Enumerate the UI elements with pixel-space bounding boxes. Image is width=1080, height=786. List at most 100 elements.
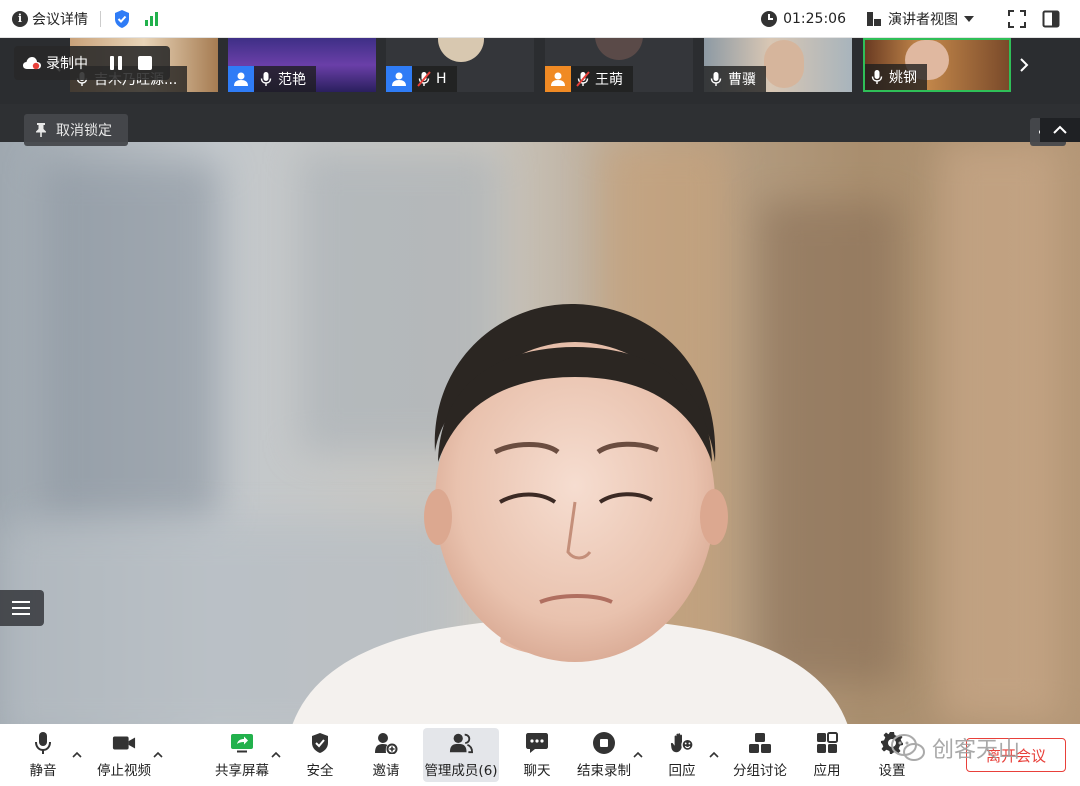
divider <box>100 10 101 27</box>
stop-video-label: 停止视频 <box>97 763 151 779</box>
members-icon <box>449 733 473 754</box>
participant-face <box>764 40 804 88</box>
chevron-right-icon[interactable] <box>1019 57 1029 73</box>
reactions-button[interactable]: 回应 <box>664 724 700 786</box>
microphone-icon <box>704 66 728 92</box>
shield-icon <box>312 733 328 753</box>
participant-list-toggle-button[interactable] <box>0 590 44 626</box>
participant-avatar-photo <box>438 38 484 62</box>
share-screen-icon <box>231 734 253 753</box>
apps-button[interactable]: 应用 <box>810 724 844 786</box>
pin-icon <box>36 123 46 137</box>
chevron-up-icon[interactable] <box>1052 125 1068 135</box>
participant-name: 姚钢 <box>889 70 917 86</box>
breakout-rooms-icon <box>749 733 771 753</box>
meeting-info-button[interactable]: 会议详情 <box>32 9 88 29</box>
reaction-hand-icon <box>670 733 694 753</box>
participant-tile[interactable]: 王萌 <box>545 38 693 92</box>
network-signal-icon[interactable] <box>145 11 158 26</box>
avatar-user-icon <box>386 66 412 92</box>
invite-user-icon <box>375 733 398 754</box>
share-options-chevron-icon[interactable] <box>271 750 281 760</box>
side-panel-icon[interactable] <box>1042 10 1060 28</box>
collapse-strip-button[interactable] <box>1040 118 1080 142</box>
security-label: 安全 <box>306 763 334 779</box>
gear-icon <box>881 732 903 754</box>
mute-label: 静音 <box>29 763 57 779</box>
microphone-icon <box>865 64 889 90</box>
chevron-down-icon[interactable] <box>964 15 974 22</box>
chat-bubble-icon <box>526 733 548 753</box>
breakout-rooms-button[interactable]: 分组讨论 <box>730 724 790 786</box>
mute-button[interactable]: 静音 <box>24 724 62 786</box>
participant-name: 王萌 <box>595 72 623 88</box>
microphone-icon <box>254 66 278 92</box>
apps-label: 应用 <box>813 763 841 779</box>
participant-name-tag: 姚钢 <box>865 64 927 90</box>
stop-record-icon <box>593 732 615 754</box>
mute-options-chevron-icon[interactable] <box>72 750 82 760</box>
invite-button[interactable]: 邀请 <box>366 724 406 786</box>
participant-tile[interactable]: 范艳 <box>228 38 376 92</box>
unpin-button[interactable]: 取消锁定 <box>24 114 128 146</box>
fullscreen-icon[interactable] <box>1008 9 1026 28</box>
participant-name-tag: 王萌 <box>545 66 633 92</box>
pin-bar: 取消锁定 <box>0 104 1080 146</box>
main-speaker-video <box>0 142 1080 724</box>
participant-strip: 录制中 吉木乃旺源... 范艳 H 王萌 曹骥 姚钢 <box>0 38 1080 142</box>
participant-name-tag: 范艳 <box>228 66 316 92</box>
meeting-timer: 01:25:06 <box>783 10 846 27</box>
participant-tile[interactable]: H <box>386 38 534 92</box>
share-screen-label: 共享屏幕 <box>215 763 269 779</box>
settings-button[interactable]: 设置 <box>874 724 910 786</box>
manage-members-label: 管理成员(6) <box>424 763 498 779</box>
bottom-toolbar: 静音 停止视频 共享屏幕 安全 邀请 管理成员(6) 聊天 结束录制 回应 分组… <box>0 724 1080 786</box>
info-icon[interactable]: i <box>12 10 28 27</box>
participant-name-tag: H <box>386 66 457 92</box>
reactions-label: 回应 <box>668 763 696 779</box>
top-bar: i 会议详情 01:25:06 演讲者视图 <box>0 0 1080 38</box>
view-mode-selector[interactable]: 演讲者视图 <box>888 9 958 29</box>
clock-icon <box>761 10 778 27</box>
microphone-icon <box>35 732 51 754</box>
security-shield-icon[interactable] <box>113 9 131 29</box>
manage-members-button[interactable]: 管理成员(6) <box>423 728 499 782</box>
chat-label: 聊天 <box>523 763 551 779</box>
participant-name-tag: 曹骥 <box>704 66 766 92</box>
stop-recording-button[interactable] <box>138 56 152 70</box>
security-button[interactable]: 安全 <box>302 724 338 786</box>
settings-label: 设置 <box>878 763 906 779</box>
recording-indicator: 录制中 <box>14 46 170 80</box>
cloud-recording-icon <box>23 57 41 70</box>
participant-name: H <box>436 71 447 87</box>
microphone-muted-icon <box>571 66 595 92</box>
video-camera-icon <box>112 736 136 750</box>
apps-grid-icon <box>817 732 838 753</box>
reactions-options-chevron-icon[interactable] <box>709 750 719 760</box>
chat-button[interactable]: 聊天 <box>520 724 554 786</box>
strip-next-button[interactable] <box>1012 38 1036 92</box>
participant-avatar-photo <box>595 38 643 60</box>
end-recording-label: 结束录制 <box>577 763 631 779</box>
breakout-rooms-label: 分组讨论 <box>733 763 787 779</box>
background-window <box>40 162 220 522</box>
stop-video-button[interactable]: 停止视频 <box>94 724 154 786</box>
speaker-figure <box>292 303 848 724</box>
recording-options-chevron-icon[interactable] <box>633 750 643 760</box>
avatar-user-icon <box>228 66 254 92</box>
unpin-label: 取消锁定 <box>56 123 112 139</box>
avatar-user-icon <box>545 66 571 92</box>
recording-status-label: 录制中 <box>46 56 88 72</box>
pause-recording-button[interactable] <box>106 53 126 73</box>
participant-tile[interactable]: 曹骥 <box>704 38 852 92</box>
leave-meeting-button[interactable]: 离开会议 <box>966 738 1066 772</box>
microphone-muted-icon <box>412 66 436 92</box>
speaker-view-icon[interactable] <box>866 11 882 27</box>
invite-label: 邀请 <box>372 763 400 779</box>
end-recording-button[interactable]: 结束录制 <box>575 724 633 786</box>
share-screen-button[interactable]: 共享屏幕 <box>212 724 272 786</box>
background-shelf <box>940 142 1060 722</box>
video-options-chevron-icon[interactable] <box>153 750 163 760</box>
participant-name: 曹骥 <box>728 72 756 88</box>
participant-tile-active[interactable]: 姚钢 <box>863 38 1011 92</box>
